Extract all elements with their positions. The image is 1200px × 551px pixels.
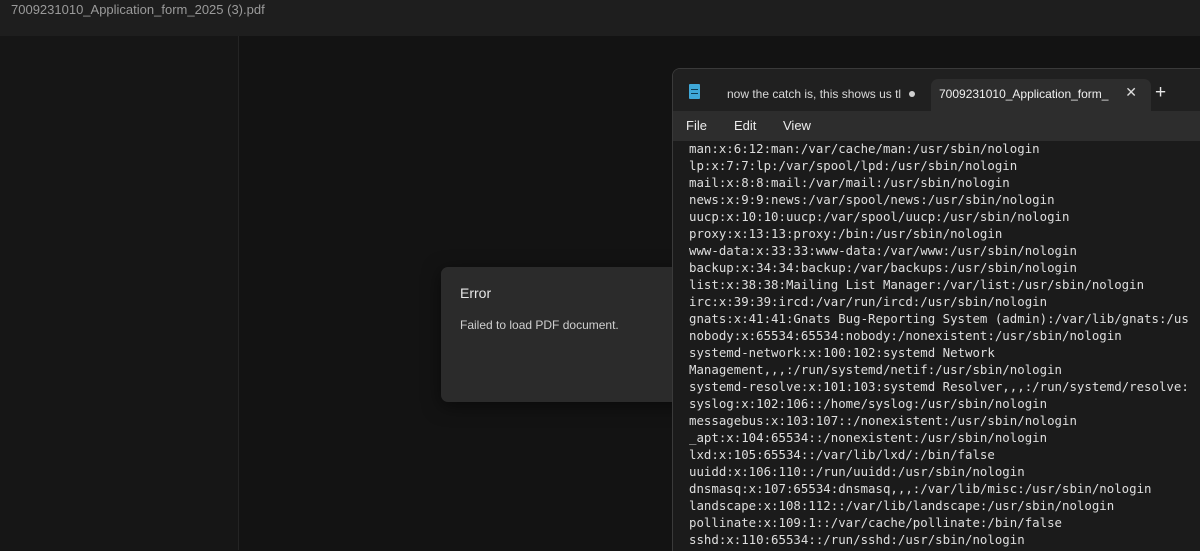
menu-edit[interactable]: Edit	[734, 118, 756, 133]
menu-file[interactable]: File	[686, 118, 707, 133]
editor-line: mail:x:8:8:mail:/var/mail:/usr/sbin/nolo…	[689, 175, 1010, 190]
tab-notes[interactable]: now the catch is, this shows us tl	[715, 79, 929, 111]
editor-line: systemd-network:x:100:102:systemd Networ…	[689, 345, 995, 360]
editor-line: uucp:x:10:10:uucp:/var/spool/uucp:/usr/s…	[689, 209, 1070, 224]
editor-line: dnsmasq:x:107:65534:dnsmasq,,,:/var/lib/…	[689, 481, 1152, 496]
editor-line: irc:x:39:39:ircd:/var/run/ircd:/usr/sbin…	[689, 294, 1048, 309]
notepad-menubar: File Edit View	[673, 111, 1200, 141]
pdf-thumbnail-sidebar	[0, 36, 239, 550]
editor-line: pollinate:x:109:1::/var/cache/pollinate:…	[689, 515, 1062, 530]
editor-line: systemd-resolve:x:101:103:systemd Resolv…	[689, 379, 1189, 394]
editor-line: www-data:x:33:33:www-data:/var/www:/usr/…	[689, 243, 1077, 258]
editor-line: gnats:x:41:41:Gnats Bug-Reporting System…	[689, 311, 1189, 326]
unsaved-dot-icon	[909, 91, 915, 97]
editor-line: proxy:x:13:13:proxy:/bin:/usr/sbin/nolog…	[689, 226, 1003, 241]
editor-line: list:x:38:38:Mailing List Manager:/var/l…	[689, 277, 1145, 292]
text-editor[interactable]: man:x:6:12:man:/var/cache/man:/usr/sbin/…	[673, 141, 1200, 551]
error-dialog: Error Failed to load PDF document.	[441, 267, 691, 402]
tab-label: 7009231010_Application_form_	[939, 87, 1109, 101]
pdf-file-title: 7009231010_Application_form_2025 (3).pdf	[11, 2, 265, 17]
tab-label: now the catch is, this shows us tl	[727, 87, 902, 101]
pdf-viewer-titlebar: 7009231010_Application_form_2025 (3).pdf	[0, 0, 1200, 36]
editor-line: landscape:x:108:112::/var/lib/landscape:…	[689, 498, 1115, 513]
editor-line: syslog:x:102:106::/home/syslog:/usr/sbin…	[689, 396, 1048, 411]
editor-line: lp:x:7:7:lp:/var/spool/lpd:/usr/sbin/nol…	[689, 158, 1018, 173]
notepad-tabstrip: now the catch is, this shows us tl 70092…	[673, 69, 1200, 111]
notepad-app-icon	[689, 84, 700, 99]
notepad-window: now the catch is, this shows us tl 70092…	[672, 68, 1200, 551]
menu-view[interactable]: View	[783, 118, 811, 133]
editor-line: uuidd:x:106:110::/run/uuidd:/usr/sbin/no…	[689, 464, 1025, 479]
plus-icon[interactable]: +	[1155, 83, 1166, 102]
editor-line: news:x:9:9:news:/var/spool/news:/usr/sbi…	[689, 192, 1055, 207]
editor-line: _apt:x:104:65534::/nonexistent:/usr/sbin…	[689, 430, 1048, 445]
editor-line: messagebus:x:103:107::/nonexistent:/usr/…	[689, 413, 1077, 428]
editor-line: sshd:x:110:65534::/run/sshd:/usr/sbin/no…	[689, 532, 1025, 547]
editor-line: Management,,,:/run/systemd/netif:/usr/sb…	[689, 362, 1062, 377]
close-icon[interactable]: ✕	[1125, 85, 1137, 99]
editor-line: man:x:6:12:man:/var/cache/man:/usr/sbin/…	[689, 141, 1040, 156]
tab-application-form[interactable]: 7009231010_Application_form_ ✕	[931, 79, 1151, 111]
error-dialog-title: Error	[460, 285, 492, 301]
editor-line: backup:x:34:34:backup:/var/backups:/usr/…	[689, 260, 1077, 275]
error-dialog-message: Failed to load PDF document.	[460, 318, 619, 332]
editor-line: lxd:x:105:65534::/var/lib/lxd/:/bin/fals…	[689, 447, 995, 462]
editor-line: nobody:x:65534:65534:nobody:/nonexistent…	[689, 328, 1122, 343]
